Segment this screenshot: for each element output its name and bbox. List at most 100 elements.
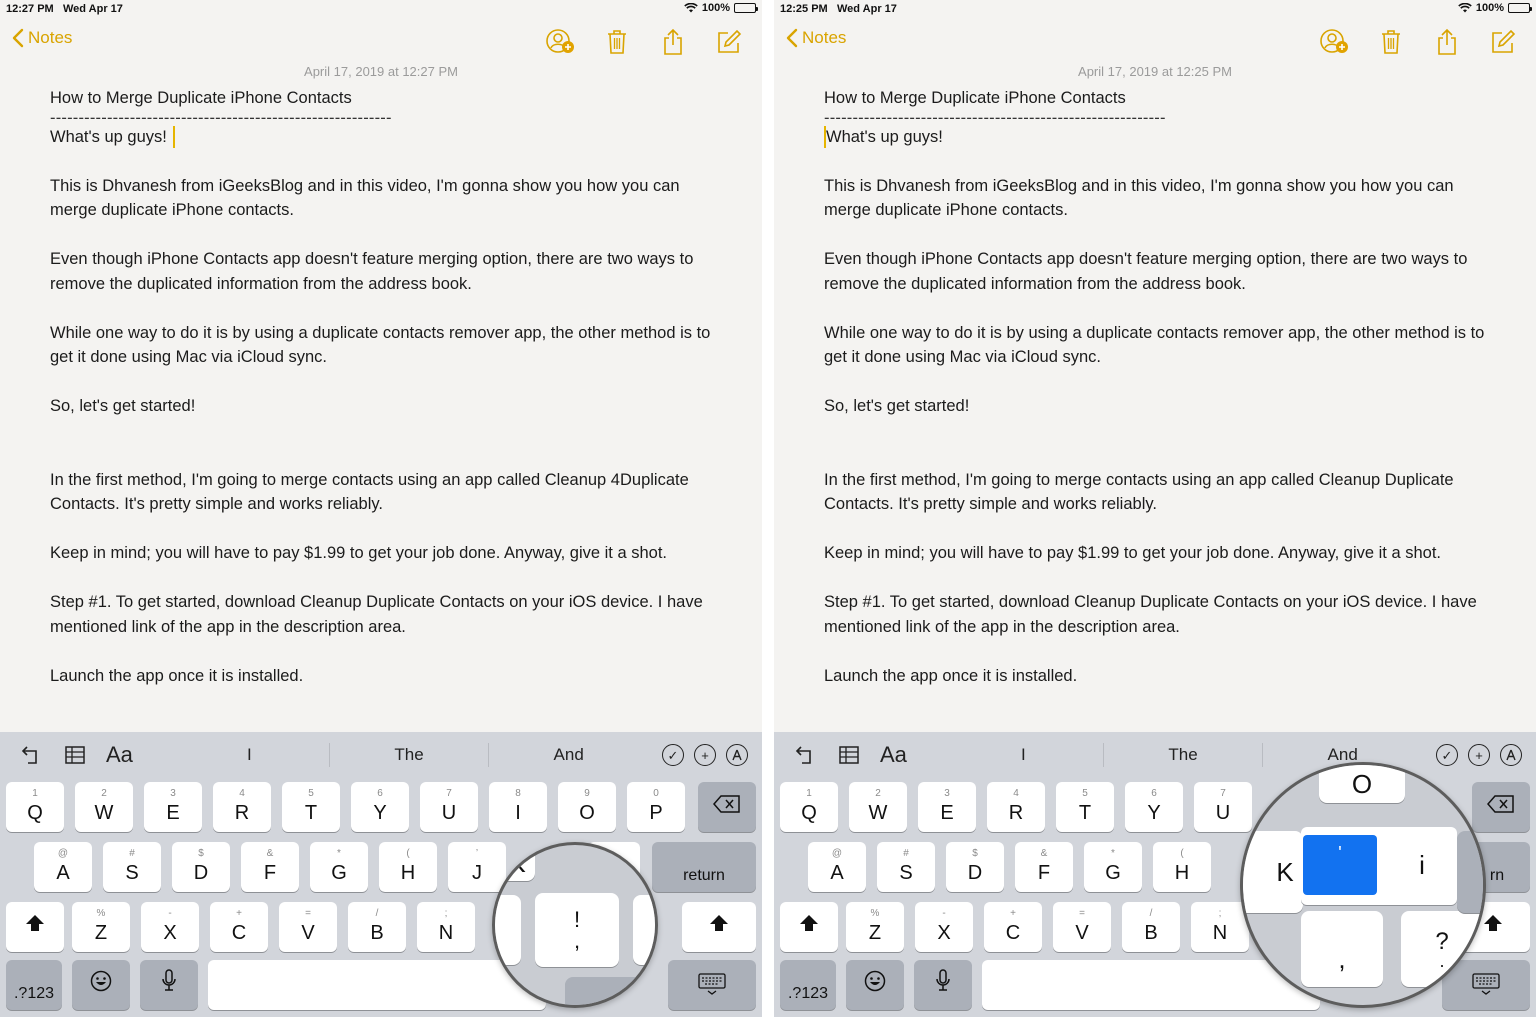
numbers-key[interactable]: .?123 — [6, 960, 62, 1010]
dismiss-keyboard-key[interactable] — [668, 960, 756, 1010]
key-c[interactable]: + C — [210, 902, 268, 952]
space-bar[interactable] — [208, 960, 546, 1010]
key-s[interactable]: # S — [877, 842, 935, 892]
shift-key-left[interactable] — [6, 902, 64, 952]
dictation-key[interactable] — [140, 960, 198, 1010]
delete-key[interactable] — [1472, 782, 1530, 832]
markup-button[interactable] — [726, 744, 748, 766]
note-body[interactable]: How to Merge Duplicate iPhone Contacts -… — [824, 86, 1496, 688]
key-u[interactable]: 7U — [1194, 782, 1252, 832]
key-x[interactable]: -X — [915, 902, 973, 952]
key-h[interactable]: (H — [379, 842, 437, 892]
key-label: Q — [801, 802, 817, 824]
magnified-punctuation-key[interactable]: ! , — [535, 893, 619, 967]
key-t[interactable]: 5T — [1056, 782, 1114, 832]
space-bar[interactable] — [982, 960, 1320, 1010]
key-q[interactable]: 1Q — [780, 782, 838, 832]
key-e[interactable]: 3E — [144, 782, 202, 832]
emoji-key[interactable] — [846, 960, 904, 1010]
shift-key-right[interactable] — [682, 902, 756, 952]
key-label: B — [1144, 922, 1158, 944]
undo-button[interactable] — [792, 742, 818, 768]
key-f[interactable]: & F — [241, 842, 299, 892]
suggestion[interactable]: I — [170, 743, 330, 767]
key-g[interactable]: * G — [1084, 842, 1142, 892]
emoji-key[interactable] — [72, 960, 130, 1010]
key-d[interactable]: $ D — [172, 842, 230, 892]
key-w[interactable]: 2W — [849, 782, 907, 832]
return-key[interactable]: return — [652, 842, 756, 892]
key-z[interactable]: % Z — [846, 902, 904, 952]
key-a[interactable]: @ A — [34, 842, 92, 892]
key-t[interactable]: 5T — [282, 782, 340, 832]
key-z[interactable]: % Z — [72, 902, 130, 952]
key-g[interactable]: * G — [310, 842, 368, 892]
key-n[interactable]: ; N — [1191, 902, 1249, 952]
key-d[interactable]: $ D — [946, 842, 1004, 892]
add-people-button[interactable] — [546, 27, 576, 57]
compose-button[interactable] — [714, 27, 744, 57]
key-o[interactable]: 9O — [558, 782, 616, 832]
key-y[interactable]: 6Y — [351, 782, 409, 832]
key-f[interactable]: & F — [1015, 842, 1073, 892]
key-a[interactable]: @ A — [808, 842, 866, 892]
table-button[interactable] — [62, 742, 88, 768]
key-r[interactable]: 4R — [213, 782, 271, 832]
dictation-key[interactable] — [914, 960, 972, 1010]
format-button[interactable]: Aa — [106, 742, 133, 768]
shift-key-left[interactable] — [780, 902, 838, 952]
key-i[interactable]: 8I — [489, 782, 547, 832]
key-p[interactable]: 0P — [627, 782, 685, 832]
suggestion[interactable]: The — [330, 743, 490, 767]
key-label: N — [1212, 922, 1228, 944]
key-hint: & — [1040, 848, 1048, 859]
numbers-key[interactable]: .?123 — [780, 960, 836, 1010]
apostrophe-option-selected[interactable]: ' — [1303, 835, 1377, 895]
compose-button[interactable] — [1488, 27, 1518, 57]
markup-button[interactable] — [1500, 744, 1522, 766]
insert-button[interactable]: + — [1468, 744, 1490, 766]
checklist-button[interactable]: ✓ — [1436, 744, 1458, 766]
delete-button[interactable] — [602, 27, 632, 57]
suggestion[interactable]: I — [944, 743, 1104, 767]
key-label: W — [868, 802, 888, 824]
suggestion[interactable]: And — [489, 743, 648, 767]
back-button[interactable]: Notes — [786, 28, 846, 48]
share-button[interactable] — [658, 27, 688, 57]
i-option[interactable]: i — [1397, 835, 1447, 895]
key-c[interactable]: + C — [984, 902, 1042, 952]
key-v[interactable]: = V — [279, 902, 337, 952]
key-n[interactable]: ; N — [417, 902, 475, 952]
key-w[interactable]: 2W — [75, 782, 133, 832]
key-y[interactable]: 6Y — [1125, 782, 1183, 832]
magnified-key-dark: . — [565, 977, 655, 1005]
key-q[interactable]: 1Q — [6, 782, 64, 832]
share-button[interactable] — [1432, 27, 1462, 57]
table-button[interactable] — [836, 742, 862, 768]
format-button[interactable]: Aa — [880, 742, 907, 768]
suggestion[interactable]: The — [1104, 743, 1264, 767]
back-button[interactable]: Notes — [12, 28, 72, 48]
key-x[interactable]: -X — [141, 902, 199, 952]
undo-button[interactable] — [18, 742, 44, 768]
status-right: 100% — [1458, 2, 1532, 14]
key-label: N — [438, 922, 454, 944]
key-e[interactable]: 3E — [918, 782, 976, 832]
key-b[interactable]: / B — [1122, 902, 1180, 952]
delete-button[interactable] — [1376, 27, 1406, 57]
table-icon — [839, 746, 859, 764]
add-people-button[interactable] — [1320, 27, 1350, 57]
key-b[interactable]: / B — [348, 902, 406, 952]
key-h[interactable]: (H — [1153, 842, 1211, 892]
key-u[interactable]: 7U — [420, 782, 478, 832]
plus-icon: + — [1475, 747, 1483, 763]
key-s[interactable]: # S — [103, 842, 161, 892]
key-v[interactable]: = V — [1053, 902, 1111, 952]
note-body[interactable]: How to Merge Duplicate iPhone Contacts -… — [50, 86, 722, 688]
insert-button[interactable]: + — [694, 744, 716, 766]
note-paragraph: Keep in mind; you will have to pay $1.99… — [50, 544, 667, 562]
key-label: R — [1008, 802, 1024, 824]
key-r[interactable]: 4R — [987, 782, 1045, 832]
checklist-button[interactable]: ✓ — [662, 744, 684, 766]
delete-key[interactable] — [698, 782, 756, 832]
